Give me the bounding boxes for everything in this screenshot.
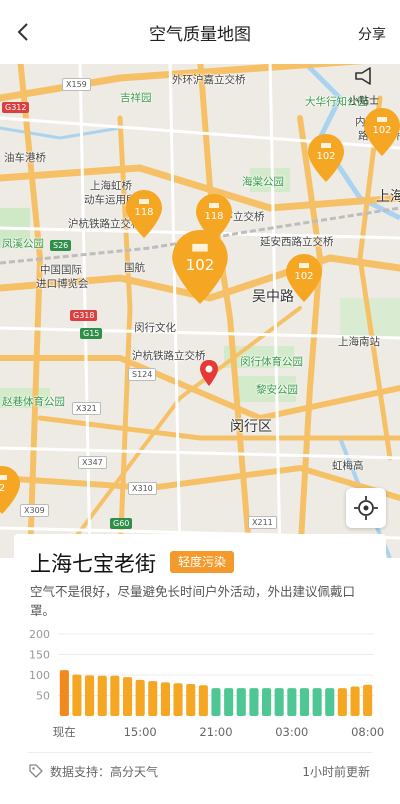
data-source: 数据支持：高分天气 (50, 765, 159, 779)
map-place-label: 上海 (376, 189, 400, 205)
map-place-label: 国航 (124, 262, 145, 274)
map-place-label: 外环沪嘉立交桥 (172, 74, 246, 86)
page-title: 空气质量地图 (149, 25, 251, 45)
chart-bar (148, 681, 158, 716)
map-base (0, 58, 400, 558)
aqi-marker-value: 2 (0, 483, 6, 494)
chart-y-tick-label: 200 (29, 628, 50, 641)
chart-y-tick-label: 50 (36, 690, 50, 703)
aqi-marker[interactable]: 2 (0, 466, 20, 514)
air-quality-map[interactable]: 外环沪嘉立交桥吉祥园大华行知公园内环共和路立交桥油车港桥上海虹桥动车运用所海棠公… (0, 58, 400, 558)
chart-bar (173, 683, 183, 716)
location-pin-icon[interactable] (200, 360, 218, 386)
road-number-tag: X310 (128, 482, 157, 495)
road-number-tag: G60 (110, 518, 133, 529)
map-place-label: 沪杭铁路立交桥 (132, 350, 206, 362)
chart-bar (85, 675, 95, 716)
map-place-label: 闵行区 (230, 419, 272, 435)
chart-bar (312, 688, 322, 716)
road-number-tag: S124 (128, 368, 157, 381)
chart-x-tick-label: 21:00 (199, 725, 232, 739)
chart-bar (299, 688, 309, 716)
chart-bar (97, 675, 107, 716)
map-place-label: 虹梅高 (332, 460, 364, 472)
aqi-marker-value: 102 (316, 151, 336, 162)
chart-bar (72, 674, 82, 716)
share-button[interactable]: 分享 (358, 24, 386, 44)
aqi-marker[interactable]: 102 (308, 134, 344, 182)
pollution-level-badge: 轻度污染 (170, 551, 235, 573)
road-number-tag: G318 (70, 310, 98, 321)
chart-bar (249, 688, 259, 716)
chart-y-tick-label: 100 (29, 669, 50, 682)
road-number-tag: S26 (50, 240, 72, 251)
road-number-tag: X321 (72, 402, 101, 415)
map-place-label: 上海南站 (338, 336, 380, 348)
aqi-forecast-chart: 200 150 100 50 现在 15:00 21:00 03:00 08:00 (29, 628, 384, 739)
aqi-marker-value: 118 (134, 207, 154, 218)
aqi-marker-value: 102 (372, 125, 392, 136)
chart-x-tick-label: 15:00 (124, 725, 157, 739)
chart-bar (160, 682, 170, 716)
aqi-marker-value: 102 (294, 271, 314, 282)
chart-bar (110, 675, 120, 716)
tag-icon (29, 764, 43, 778)
megaphone-icon (355, 67, 371, 85)
chart-bar (211, 688, 221, 716)
aqi-marker[interactable]: 102 (286, 254, 322, 302)
chevron-left-icon (17, 23, 28, 41)
map-place-label: 闵行体育公园 (240, 356, 303, 368)
aqi-marker[interactable]: 102 (172, 230, 228, 304)
locate-icon (354, 496, 378, 520)
map-place-label: 延安西路立交桥 (260, 236, 334, 248)
map-place-label: 黎安公园 (256, 384, 298, 396)
chart-y-tick-label: 150 (29, 649, 50, 662)
chart-x-tick-label: 03:00 (275, 725, 308, 739)
chart-bar (59, 670, 69, 716)
chart-bar (325, 688, 335, 716)
map-place-label: 中国国际 (40, 264, 82, 276)
road-number-tag: X309 (20, 504, 49, 517)
tips-label: 小贴士 (349, 96, 379, 107)
map-place-label: 进口博览会 (36, 278, 89, 290)
locate-button[interactable] (346, 488, 386, 528)
road-number-tag: G15 (80, 328, 103, 339)
aqi-marker-value: 118 (204, 211, 224, 222)
chart-bar (337, 688, 347, 716)
map-place-label: 闵行文化 (134, 322, 176, 334)
chart-bar (198, 685, 208, 717)
chart-bar (186, 684, 196, 716)
chart-bar (350, 686, 360, 716)
location-name: 上海七宝老街 (30, 552, 156, 576)
chart-bar (123, 677, 133, 716)
map-place-label: 凤溪公园 (2, 238, 44, 250)
map-place-label: 赵巷体育公园 (2, 396, 65, 408)
chart-x-tick-label: 08:00 (351, 725, 384, 739)
chart-bar (262, 688, 272, 716)
road-number-tag: X347 (78, 456, 107, 469)
map-place-label: 吉祥园 (120, 92, 152, 104)
aqi-marker-value: 102 (185, 256, 215, 274)
footer-divider (28, 752, 372, 753)
map-place-label: 油车港桥 (4, 152, 46, 164)
location-card: 上海七宝老街 轻度污染 空气不是很好，尽量避免长时间户外活动，外出建议佩戴口罩。… (14, 534, 386, 796)
chart-x-tick-label: 现在 (53, 725, 76, 739)
chart-bar (236, 688, 246, 716)
chart-bar (224, 688, 234, 716)
health-advice: 空气不是很好，尽量避免长时间户外活动，外出建议佩戴口罩。 (30, 584, 356, 618)
chart-bar (274, 688, 284, 716)
aqi-marker[interactable]: 118 (126, 190, 162, 238)
road-number-tag: G312 (2, 102, 30, 113)
back-button[interactable] (10, 18, 38, 46)
aqi-marker[interactable]: 102 (364, 108, 400, 156)
chart-bar (287, 688, 297, 716)
chart-bar (135, 679, 145, 716)
map-place-label: 海棠公园 (242, 176, 284, 188)
header-bar: 空气质量地图 分享 (0, 0, 400, 64)
update-time: 1小时前更新 (302, 765, 370, 779)
tips-button[interactable]: 小贴士 (342, 66, 386, 107)
road-number-tag: X211 (248, 516, 277, 529)
road-number-tag: X159 (62, 78, 91, 91)
chart-bar (363, 684, 373, 716)
